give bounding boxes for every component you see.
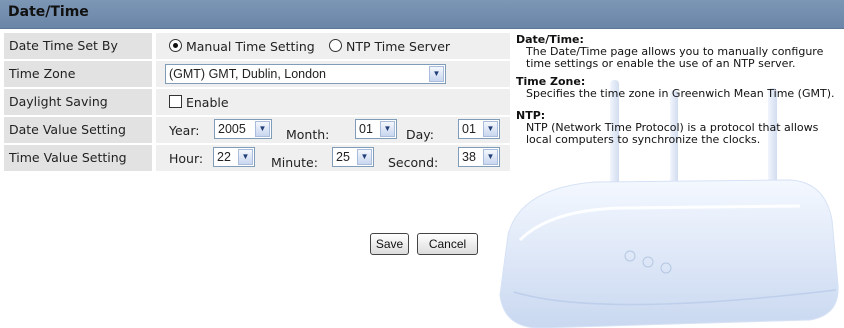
day-value: 01 (462, 122, 476, 136)
chevron-down-icon[interactable]: ▼ (357, 149, 372, 165)
hour-label: Hour: (169, 151, 204, 166)
row-label: Daylight Saving (4, 89, 152, 115)
help-text: Specifies the time zone in Greenwich Mea… (526, 87, 835, 100)
chevron-down-icon[interactable]: ▼ (255, 121, 270, 137)
year-select[interactable]: 2005 ▼ (214, 119, 272, 139)
year-label: Year: (169, 123, 200, 138)
help-section-date-time: Date/Time: The Date/Time page allows you… (516, 34, 842, 70)
help-panel: Date/Time: The Date/Time page allows you… (516, 34, 842, 146)
minute-value: 25 (336, 150, 350, 164)
row-value: Enable (156, 89, 510, 115)
chevron-down-icon[interactable]: ▼ (238, 149, 253, 165)
row-date-value: Date Value Setting Year: 2005 ▼ Month: 0… (4, 117, 510, 143)
save-button[interactable]: Save (370, 233, 409, 255)
row-date-time-set-by: Date Time Set By Manual Time Setting NTP… (4, 33, 510, 59)
ntp-server-radio-option[interactable]: NTP Time Server (329, 39, 450, 54)
second-label: Second: (388, 155, 439, 170)
daylight-saving-option[interactable]: Enable (169, 95, 229, 110)
daylight-saving-checkbox[interactable] (169, 95, 182, 108)
day-label: Day: (406, 127, 434, 142)
help-section-ntp: NTP: NTP (Network Time Protocol) is a pr… (516, 110, 842, 146)
ntp-server-label: NTP Time Server (345, 39, 451, 54)
row-time-value: Time Value Setting Hour: 22 ▼ Minute: 25… (4, 145, 510, 171)
ntp-server-radio[interactable] (329, 39, 342, 52)
row-daylight-saving: Daylight Saving Enable (4, 89, 510, 115)
row-value: Manual Time Setting NTP Time Server (156, 33, 510, 59)
help-text: The Date/Time page allows you to manuall… (526, 45, 824, 70)
manual-time-radio-option[interactable]: Manual Time Setting (169, 39, 315, 54)
year-value: 2005 (218, 122, 246, 136)
manual-time-radio[interactable] (169, 39, 182, 52)
chevron-down-icon[interactable]: ▼ (380, 121, 395, 137)
second-value: 38 (462, 150, 476, 164)
hour-value: 22 (217, 150, 231, 164)
hour-select[interactable]: 22 ▼ (213, 147, 255, 167)
row-label: Time Value Setting (4, 145, 152, 171)
row-label: Time Zone (4, 61, 152, 87)
minute-label: Minute: (271, 155, 318, 170)
daylight-saving-label: Enable (185, 95, 229, 110)
row-time-zone: Time Zone (GMT) GMT, Dublin, London ▼ (4, 61, 510, 87)
help-section-time-zone: Time Zone: Specifies the time zone in Gr… (516, 76, 842, 100)
month-label: Month: (286, 127, 330, 142)
month-value: 01 (359, 122, 373, 136)
row-value: Hour: 22 ▼ Minute: 25 ▼ Second: 38 ▼ (156, 145, 510, 171)
row-label: Date Value Setting (4, 117, 152, 143)
date-time-form: Date Time Set By Manual Time Setting NTP… (4, 33, 510, 173)
cancel-button[interactable]: Cancel (417, 233, 478, 255)
row-value: (GMT) GMT, Dublin, London ▼ (156, 61, 510, 87)
chevron-down-icon[interactable]: ▼ (429, 66, 444, 82)
row-label: Date Time Set By (4, 33, 152, 59)
time-zone-value: (GMT) GMT, Dublin, London (169, 67, 326, 81)
help-text: NTP (Network Time Protocol) is a protoco… (526, 121, 819, 146)
month-select[interactable]: 01 ▼ (355, 119, 397, 139)
page-title: Date/Time (8, 4, 89, 20)
minute-select[interactable]: 25 ▼ (332, 147, 374, 167)
row-value: Year: 2005 ▼ Month: 01 ▼ Day: 01 ▼ (156, 117, 510, 143)
time-zone-select[interactable]: (GMT) GMT, Dublin, London ▼ (165, 64, 446, 84)
page-header: Date/Time (0, 0, 844, 29)
manual-time-label: Manual Time Setting (185, 39, 315, 54)
